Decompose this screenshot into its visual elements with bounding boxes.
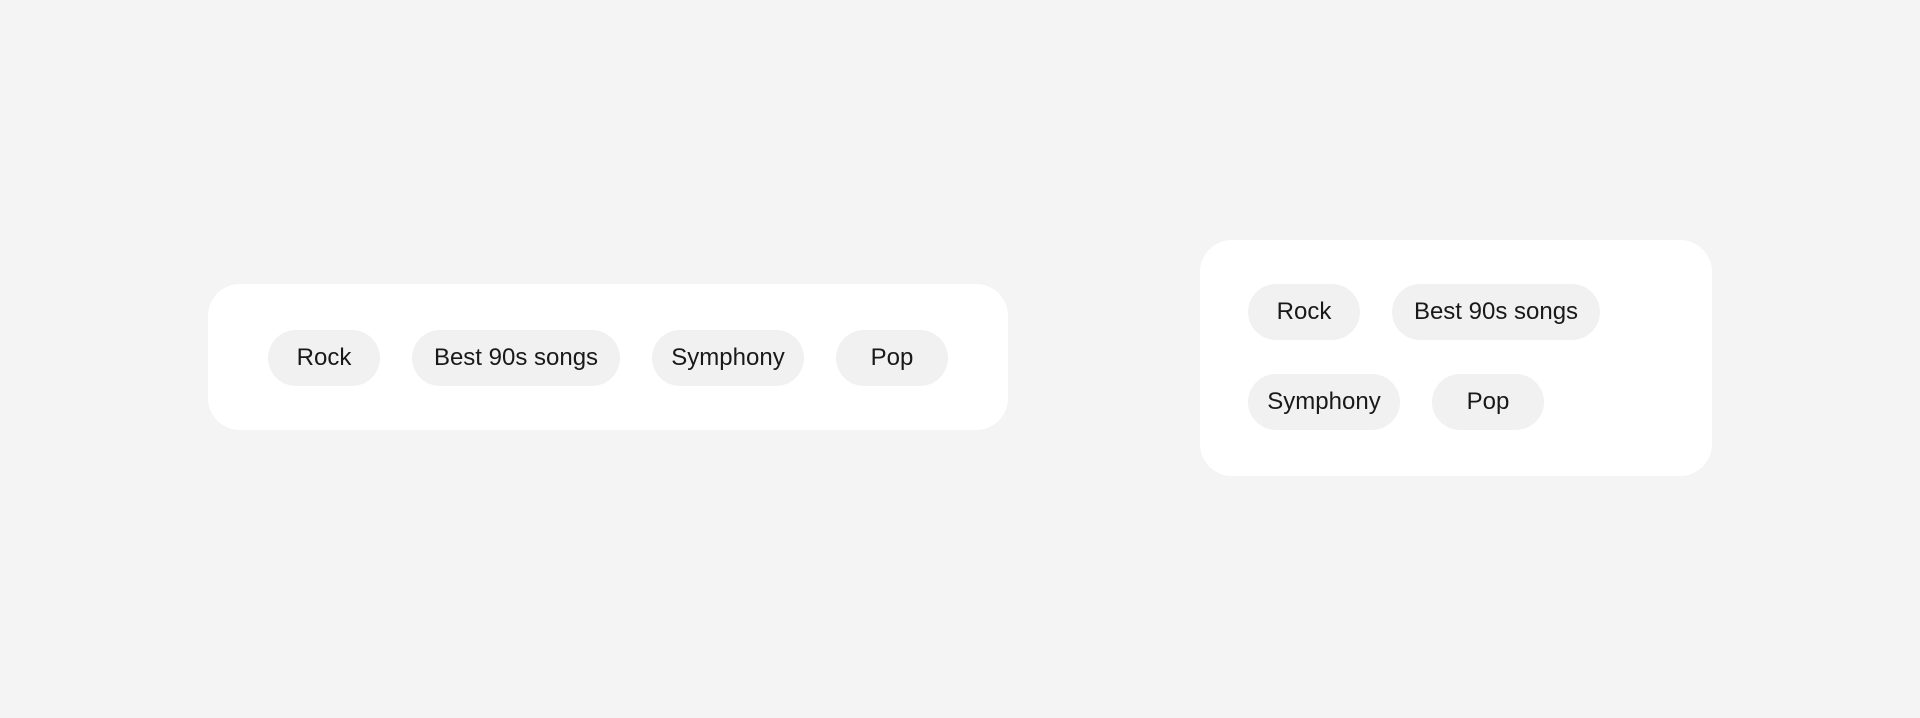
- chip-group-card-wrapped: Rock Best 90s songs Symphony Pop: [1200, 240, 1712, 476]
- chip-best-90s-songs[interactable]: Best 90s songs: [1392, 284, 1600, 340]
- chip-symphony[interactable]: Symphony: [652, 330, 804, 386]
- chip-rock[interactable]: Rock: [268, 330, 380, 386]
- chip-pop[interactable]: Pop: [836, 330, 948, 386]
- chip-row-2: Symphony Pop: [1248, 374, 1544, 430]
- chip-group-card-wide: Rock Best 90s songs Symphony Pop: [208, 284, 1008, 430]
- chip-symphony[interactable]: Symphony: [1248, 374, 1400, 430]
- chip-best-90s-songs[interactable]: Best 90s songs: [412, 330, 620, 386]
- chip-rock[interactable]: Rock: [1248, 284, 1360, 340]
- chip-pop[interactable]: Pop: [1432, 374, 1544, 430]
- chip-row-1: Rock Best 90s songs: [1248, 284, 1600, 340]
- chip-row: Rock Best 90s songs Symphony Pop: [268, 330, 948, 386]
